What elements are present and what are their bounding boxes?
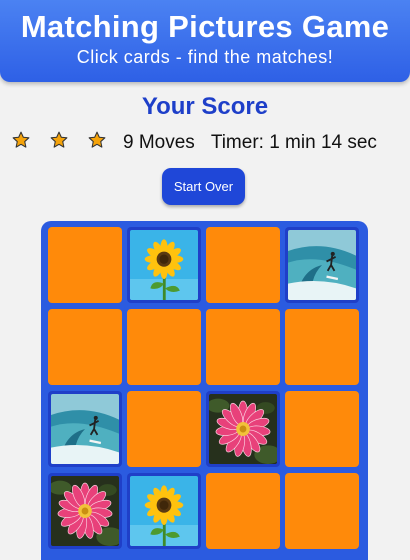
- start-over-button[interactable]: Start Over: [162, 168, 245, 205]
- card-hidden[interactable]: [48, 227, 122, 303]
- star-icon: [50, 131, 68, 149]
- pink-flower-image: [51, 476, 119, 546]
- card-surfer: [48, 391, 122, 467]
- star-rating: [0, 131, 111, 155]
- card-surfer: [285, 227, 359, 303]
- star-icon: [12, 131, 30, 149]
- sunflower-image: [130, 476, 198, 546]
- card-hidden[interactable]: [206, 473, 280, 549]
- pink-flower-image: [209, 394, 277, 464]
- card-hidden[interactable]: [206, 227, 280, 303]
- score-panel: 9 Moves Timer: 1 min 14 sec: [0, 130, 410, 156]
- card-hidden[interactable]: [127, 391, 201, 467]
- card-hidden[interactable]: [48, 309, 122, 385]
- card-hidden[interactable]: [285, 473, 359, 549]
- moves-counter: 9 Moves: [123, 132, 195, 153]
- game-title: Matching Pictures Game: [20, 9, 390, 44]
- card-pink-flower: [206, 391, 280, 467]
- card-pink-flower: [48, 473, 122, 549]
- card-hidden[interactable]: [285, 391, 359, 467]
- game-header: Matching Pictures Game Click cards - fin…: [0, 0, 410, 82]
- surfer-image: [288, 230, 356, 300]
- score-title: Your Score: [141, 93, 269, 120]
- sunflower-image: [130, 230, 198, 300]
- surfer-image: [51, 394, 119, 464]
- timer: Timer: 1 min 14 sec: [210, 132, 377, 153]
- card-hidden[interactable]: [206, 309, 280, 385]
- game-subtitle: Click cards - find the matches!: [76, 47, 334, 67]
- card-hidden[interactable]: [127, 309, 201, 385]
- card-sunflower: [127, 473, 201, 549]
- star-icon: [88, 131, 106, 149]
- card-board: [41, 221, 368, 560]
- card-hidden[interactable]: [285, 309, 359, 385]
- card-sunflower: [127, 227, 201, 303]
